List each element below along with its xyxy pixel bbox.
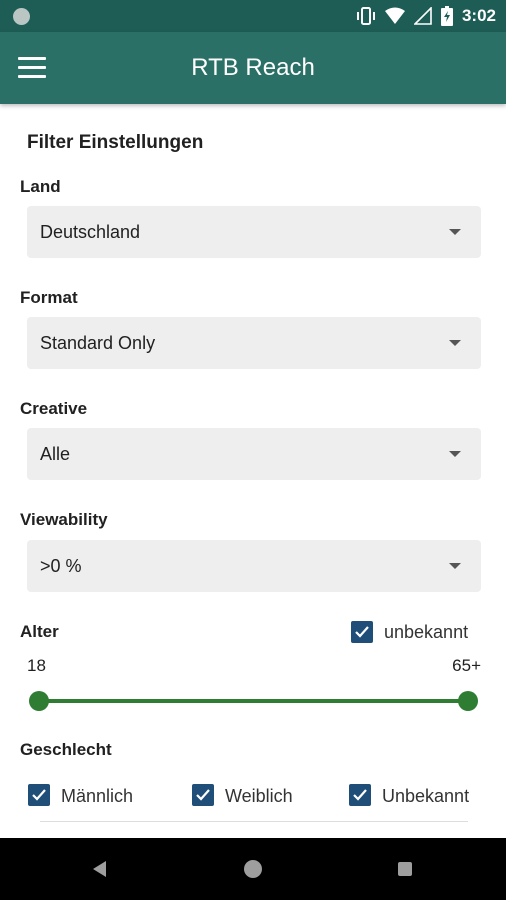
back-icon[interactable]: [93, 861, 106, 877]
format-label: Format: [20, 288, 78, 307]
page-title: Filter Einstellungen: [27, 132, 204, 153]
wifi-icon: [384, 7, 405, 24]
gender-female-label: Weiblich: [225, 786, 293, 806]
app-bar: RTB Reach: [0, 32, 506, 104]
viewability-dropdown[interactable]: >0 %: [27, 540, 481, 592]
dropdown-arrow-icon: [449, 340, 461, 346]
notification-dot-icon: [13, 8, 30, 25]
format-dropdown[interactable]: Standard Only: [27, 317, 481, 369]
navigation-bar: [0, 838, 506, 900]
app-title: RTB Reach: [191, 54, 315, 81]
age-range-slider-track[interactable]: [39, 699, 468, 703]
checkmark-icon: [353, 789, 367, 801]
home-icon[interactable]: [244, 860, 262, 878]
checkmark-icon: [196, 789, 210, 801]
battery-icon: [440, 6, 453, 26]
land-label: Land: [20, 177, 61, 196]
creative-value: Alle: [40, 444, 71, 464]
age-max-value: 65+: [452, 656, 481, 675]
viewability-label: Viewability: [20, 510, 108, 529]
filter-settings: Filter Einstellungen Land Deutschland Fo…: [0, 104, 506, 838]
gender-female-checkbox[interactable]: [192, 784, 214, 806]
land-value: Deutschland: [40, 222, 141, 242]
dropdown-arrow-icon: [449, 451, 461, 457]
viewability-value: >0 %: [40, 556, 82, 576]
gender-male-label: Männlich: [61, 786, 134, 806]
checkmark-icon: [355, 626, 369, 638]
age-unknown-checkbox[interactable]: [351, 621, 373, 643]
gender-male-checkbox[interactable]: [28, 784, 50, 806]
status-bar: 3:02: [0, 0, 506, 32]
alter-label: Alter: [20, 622, 59, 641]
divider: [40, 821, 468, 822]
status-icons: 3:02: [356, 0, 496, 32]
format-value: Standard Only: [40, 333, 156, 353]
creative-label: Creative: [20, 399, 88, 418]
age-unknown-label: unbekannt: [384, 622, 469, 642]
gender-unknown-checkbox[interactable]: [349, 784, 371, 806]
geschlecht-label: Geschlecht: [20, 740, 112, 759]
recents-icon[interactable]: [398, 862, 412, 876]
hamburger-menu-icon[interactable]: [14, 53, 50, 83]
status-time: 3:02: [461, 6, 496, 25]
age-min-slider-thumb[interactable]: [29, 691, 49, 711]
age-min-value: 18: [27, 656, 46, 675]
vibrate-icon: [356, 7, 375, 25]
checkmark-icon: [32, 789, 46, 801]
age-max-slider-thumb[interactable]: [458, 691, 478, 711]
dropdown-arrow-icon: [449, 563, 461, 569]
dropdown-arrow-icon: [449, 229, 461, 235]
creative-dropdown[interactable]: Alle: [27, 428, 481, 480]
signal-icon: [413, 7, 432, 25]
land-dropdown[interactable]: Deutschland: [27, 206, 481, 258]
gender-unknown-label: Unbekannt: [382, 786, 470, 806]
